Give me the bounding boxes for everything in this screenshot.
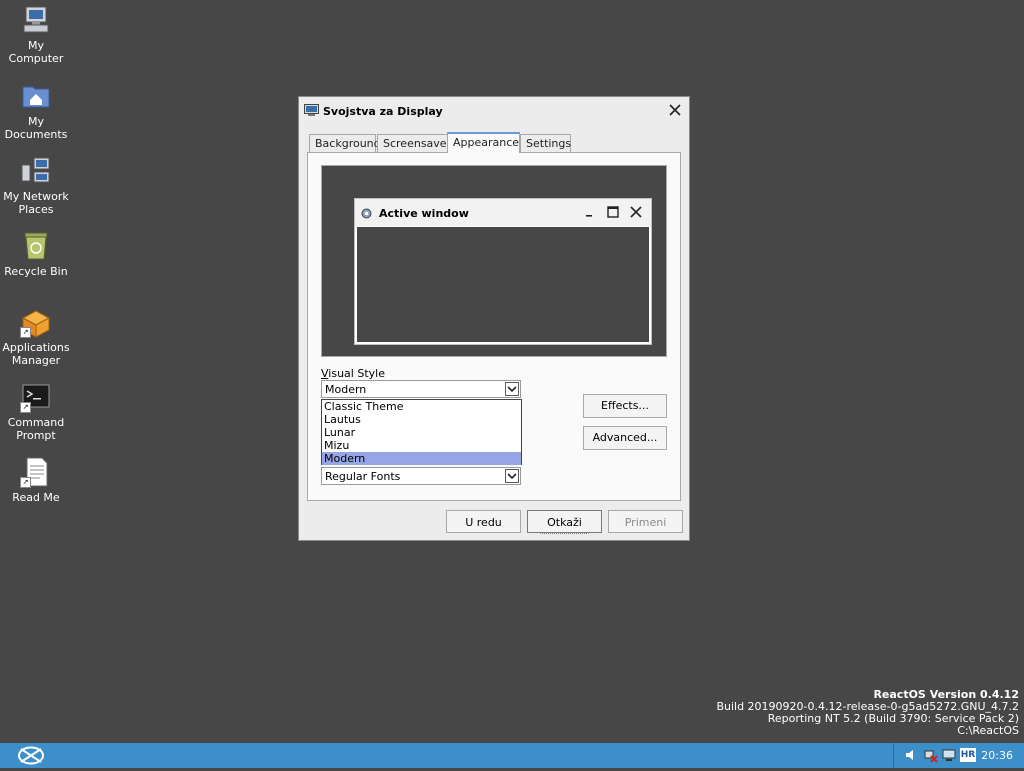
tab-screensaver[interactable]: Screensaver [377, 134, 451, 152]
close-button[interactable] [667, 102, 683, 118]
display-icon [304, 104, 319, 117]
visual-style-label: Visual Style [321, 367, 385, 380]
preview-minimize-button [583, 205, 597, 219]
tab-appearance[interactable]: Appearance [447, 132, 520, 153]
cancel-button[interactable]: Otkaži [527, 510, 602, 534]
maximize-icon [607, 206, 619, 218]
computer-icon [20, 4, 52, 36]
shortcut-arrow-icon: ↗ [20, 477, 31, 488]
shortcut-arrow-icon: ↗ [20, 327, 31, 338]
documents-folder-icon [20, 80, 52, 112]
visual-style-combo[interactable]: Modern [321, 380, 521, 398]
display-tray-icon[interactable] [942, 748, 956, 762]
cancel-button-label: Otkaži [540, 511, 589, 534]
desktop-icon-command-prompt[interactable]: ↗ Command Prompt [0, 381, 72, 442]
apply-button: Primeni [608, 510, 683, 533]
network-places-icon [20, 155, 52, 187]
preview-close-button [629, 205, 643, 219]
visual-style-option-selected[interactable]: Modern [322, 452, 521, 465]
reactos-logo-icon [18, 746, 44, 765]
preview-titlebar: Active window [355, 199, 651, 226]
advanced-button[interactable]: Advanced... [583, 426, 667, 450]
close-icon [630, 206, 642, 218]
clock[interactable]: 20:36 [981, 749, 1013, 762]
gear-icon [360, 207, 373, 220]
appearance-panel: Active window Visual Style Modern Classi… [307, 152, 681, 501]
dialog-titlebar[interactable]: Svojstva za Display [299, 97, 689, 125]
command-prompt-icon: ↗ [20, 381, 52, 413]
close-icon [669, 104, 681, 116]
desktop-icon-label: Applications Manager [2, 341, 70, 367]
recycle-bin-icon [20, 230, 52, 262]
chevron-down-icon[interactable] [505, 382, 519, 396]
preview-maximize-button [606, 205, 620, 219]
ok-button-label: U redu [465, 516, 502, 529]
volume-icon[interactable] [904, 748, 918, 762]
tab-settings[interactable]: Settings [520, 134, 571, 152]
desktop-icon-my-computer[interactable]: My Computer [0, 4, 72, 65]
desktop-icon-label: My Documents [4, 115, 68, 141]
dialog-title: Svojstva za Display [323, 105, 443, 118]
display-properties-dialog: Svojstva za Display Background Screensav… [298, 96, 690, 541]
appearance-preview: Active window [321, 165, 667, 357]
visual-style-value: Modern [325, 383, 367, 396]
desktop-icon-read-me[interactable]: ↗ Read Me [0, 456, 72, 504]
desktop-icon-network-places[interactable]: My Network Places [0, 155, 72, 216]
preview-window-title: Active window [379, 207, 469, 220]
shortcut-arrow-icon: ↗ [20, 402, 31, 413]
apply-button-label: Primeni [624, 516, 667, 529]
desktop-icon-label: My Computer [8, 39, 64, 65]
tab-background[interactable]: Background [309, 134, 381, 152]
visual-style-dropdown-list: Classic Theme Lautus Lunar Mizu Modern [321, 399, 522, 465]
desktop-icon-label: Command Prompt [7, 416, 65, 442]
desktop-icon-label: Read Me [12, 491, 60, 504]
preview-active-window: Active window [354, 198, 652, 345]
effects-button[interactable]: Effects... [583, 394, 667, 418]
visual-style-option[interactable]: Classic Theme [322, 400, 521, 413]
preview-window-body [357, 227, 649, 342]
visual-style-label-rest: isual Style [328, 367, 385, 380]
font-size-value: Regular Fonts [325, 470, 401, 483]
language-indicator[interactable]: HR [960, 748, 976, 762]
applications-manager-icon: ↗ [20, 306, 52, 338]
font-size-combo[interactable]: Regular Fonts [321, 467, 521, 485]
desktop-icon-label: My Network Places [3, 190, 69, 216]
chevron-down-icon[interactable] [505, 469, 519, 483]
desktop-icon-applications-manager[interactable]: ↗ Applications Manager [0, 306, 72, 367]
visual-style-option[interactable]: Lunar [322, 426, 521, 439]
minimize-icon [586, 215, 592, 217]
desktop-icon-recycle-bin[interactable]: Recycle Bin [0, 230, 72, 278]
taskbar: HR 20:36 [0, 743, 1024, 768]
network-status-icon[interactable] [924, 748, 938, 763]
version-watermark: ReactOS Version 0.4.12 Build 20190920-0.… [716, 689, 1019, 737]
visual-style-option[interactable]: Mizu [322, 439, 521, 452]
desktop-icon-my-documents[interactable]: My Documents [0, 80, 72, 141]
desktop-icon-label: Recycle Bin [4, 265, 68, 278]
system-tray: HR 20:36 [893, 743, 1024, 768]
visual-style-option[interactable]: Lautus [322, 413, 521, 426]
ok-button[interactable]: U redu [446, 510, 521, 533]
system-path-line: C:\ReactOS [957, 724, 1019, 737]
readme-document-icon: ↗ [20, 456, 52, 488]
start-button[interactable] [0, 743, 62, 768]
